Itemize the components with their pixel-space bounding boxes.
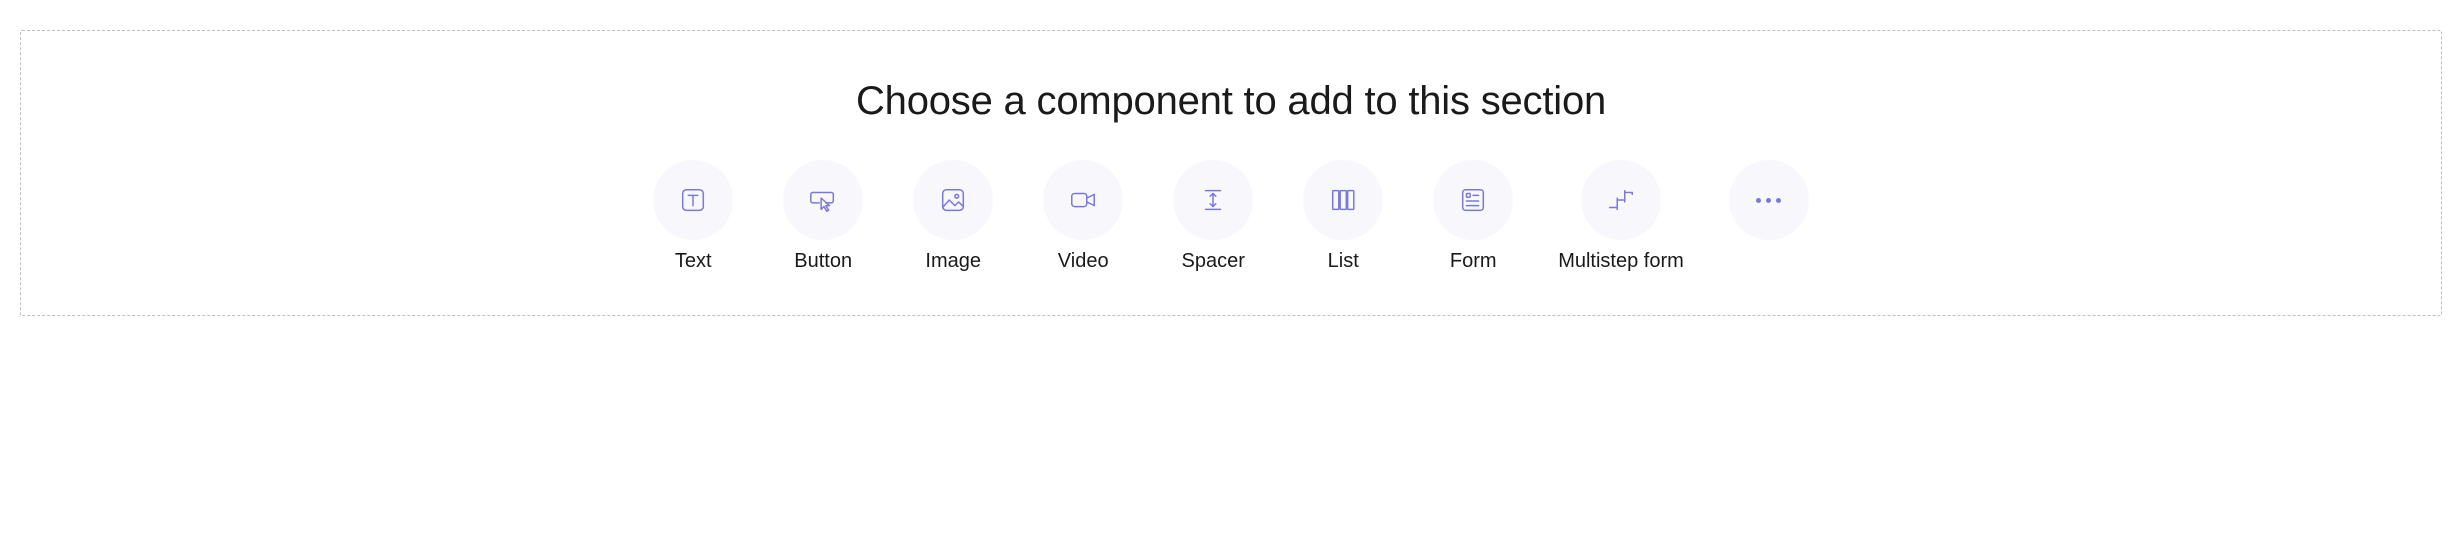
- component-option-form-label: Form: [1450, 250, 1497, 273]
- component-option-list-label: List: [1328, 250, 1359, 273]
- text-icon: [653, 160, 733, 240]
- video-icon: [1043, 160, 1123, 240]
- component-option-video[interactable]: Video: [1038, 160, 1128, 273]
- component-option-image-label: Image: [925, 250, 981, 273]
- component-picker-row: Text Button Image: [648, 160, 1814, 273]
- component-option-multistep-form-label: Multistep form: [1558, 250, 1684, 273]
- component-option-button[interactable]: Button: [778, 160, 868, 273]
- component-option-more[interactable]: [1724, 160, 1814, 240]
- dropzone-heading: Choose a component to add to this sectio…: [856, 79, 1606, 124]
- component-option-image[interactable]: Image: [908, 160, 998, 273]
- component-option-video-label: Video: [1058, 250, 1109, 273]
- form-icon: [1433, 160, 1513, 240]
- component-option-list[interactable]: List: [1298, 160, 1388, 273]
- component-option-form[interactable]: Form: [1428, 160, 1518, 273]
- component-option-spacer-label: Spacer: [1182, 250, 1245, 273]
- spacer-icon: [1173, 160, 1253, 240]
- component-option-text-label: Text: [675, 250, 712, 273]
- component-option-text[interactable]: Text: [648, 160, 738, 273]
- multistep-form-icon: [1581, 160, 1661, 240]
- component-dropzone: Choose a component to add to this sectio…: [20, 30, 2442, 316]
- component-option-multistep-form[interactable]: Multistep form: [1558, 160, 1684, 273]
- list-icon: [1303, 160, 1383, 240]
- component-option-button-label: Button: [794, 250, 852, 273]
- button-icon: [783, 160, 863, 240]
- component-option-spacer[interactable]: Spacer: [1168, 160, 1258, 273]
- image-icon: [913, 160, 993, 240]
- more-icon: [1729, 160, 1809, 240]
